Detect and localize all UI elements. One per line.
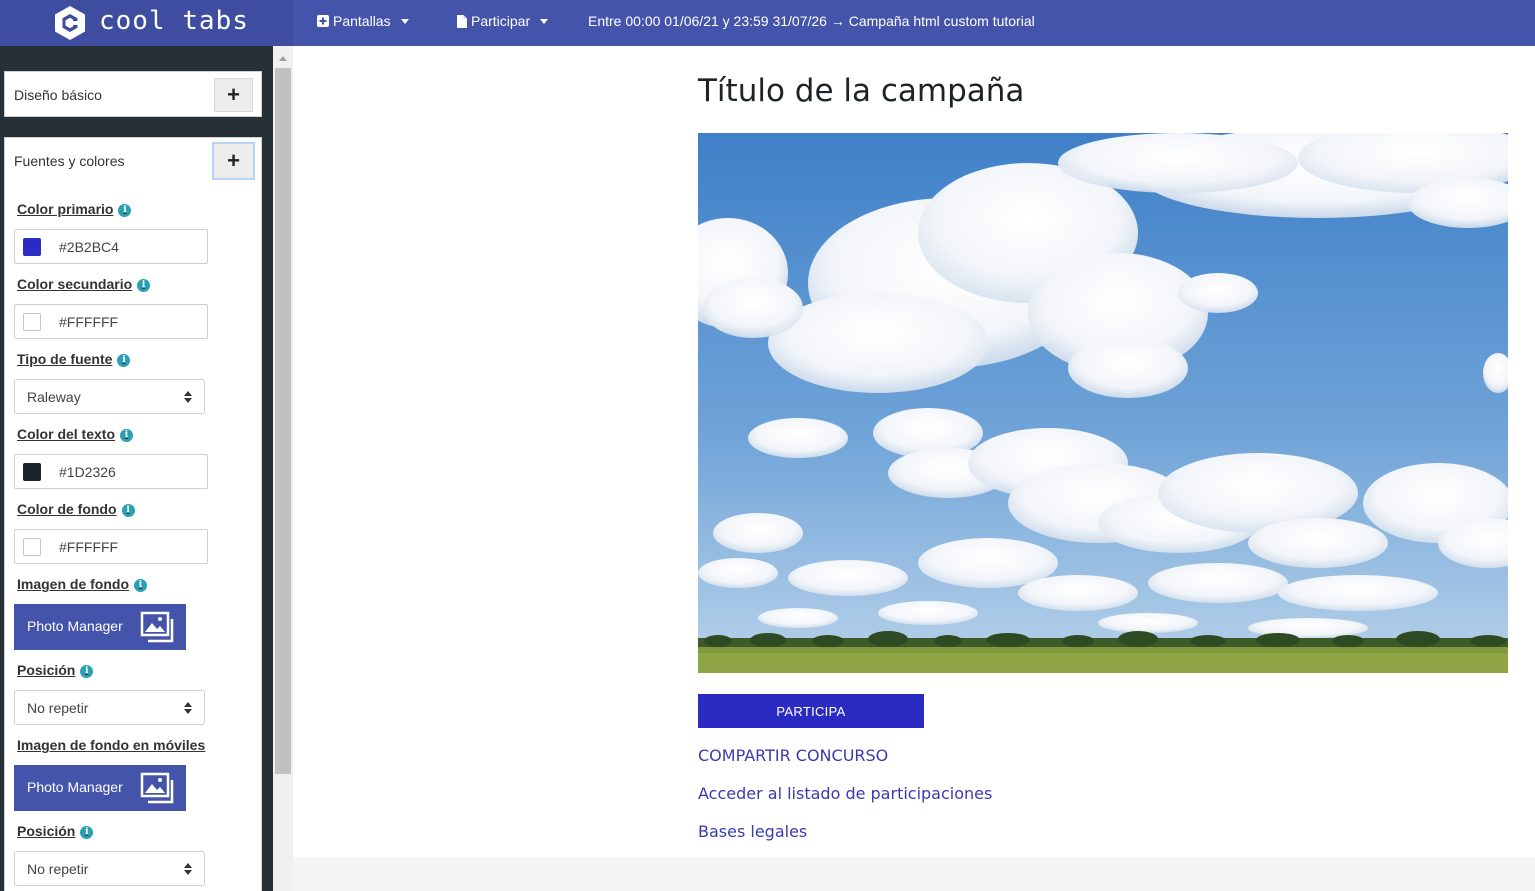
info-circle-icon[interactable]: i [80, 664, 94, 678]
expand-basic-button[interactable]: + [214, 78, 253, 112]
secondary-color-value: #FFFFFF [59, 314, 119, 330]
document-icon [457, 14, 467, 28]
chevron-down-icon [540, 18, 549, 24]
campaign-preview: Título de la campaña PARTICIPA COMPARTIR… [293, 46, 1535, 857]
info-circle-icon[interactable]: i [121, 503, 135, 517]
plus-icon: + [227, 82, 240, 107]
nav-participar-label: Participar [471, 13, 531, 29]
primary-color-label-text: Color primario [17, 201, 114, 217]
bg-color-label[interactable]: Color de fondo i [17, 501, 135, 517]
hero-image [698, 133, 1508, 673]
panel-fonts-colors: Fuentes y colores + Color primario i #2B… [4, 137, 262, 891]
nav-participar[interactable]: Participar [457, 13, 549, 29]
participations-list-link[interactable]: Acceder al listado de participaciones [698, 784, 992, 803]
image-gallery-icon [140, 611, 174, 643]
legal-terms-link[interactable]: Bases legales [698, 822, 807, 841]
plus-square-icon [317, 15, 329, 27]
info-circle-icon[interactable]: i [117, 353, 131, 367]
position-select[interactable]: No repetir [14, 690, 205, 725]
cube-logo-icon [55, 6, 85, 40]
font-type-value: Raleway [27, 389, 81, 405]
bg-mobile-label-text: Imagen de fondo en móviles [17, 737, 206, 753]
plus-icon: + [227, 148, 240, 173]
preview-footer-area [293, 857, 1535, 891]
info-circle-icon[interactable]: i [137, 278, 151, 292]
share-contest-link[interactable]: COMPARTIR CONCURSO [698, 746, 888, 765]
position-label-text: Posición [17, 662, 76, 678]
photo-manager-button[interactable]: Photo Manager [14, 604, 186, 650]
select-arrows-icon [184, 702, 192, 714]
nav-pantallas[interactable]: Pantallas [317, 13, 409, 29]
photo-manager-mobile-button[interactable]: Photo Manager [14, 765, 186, 811]
select-arrows-icon [184, 863, 192, 875]
sky-clouds-image [698, 133, 1508, 673]
campaign-title: Título de la campaña [698, 73, 1025, 109]
panel-basic-design: Diseño básico + [4, 71, 262, 117]
bg-image-label[interactable]: Imagen de fondo i [17, 576, 147, 592]
logo-area[interactable]: cool tabs [0, 0, 293, 46]
primary-color-label[interactable]: Color primario i [17, 201, 132, 217]
nav-pantallas-label: Pantallas [333, 13, 391, 29]
bg-color-swatch[interactable] [23, 538, 41, 556]
font-type-select[interactable]: Raleway [14, 379, 205, 414]
position-mobile-label-text: Posición [17, 823, 76, 839]
info-circle-icon[interactable]: i [134, 578, 147, 592]
bg-image-label-text: Imagen de fondo [17, 576, 129, 592]
secondary-color-input[interactable]: #FFFFFF [14, 304, 208, 339]
sidebar-scrollbar[interactable] [273, 46, 293, 891]
logo-text: cool tabs [99, 6, 249, 36]
bg-color-value: #FFFFFF [59, 539, 119, 555]
text-color-label[interactable]: Color del texto i [17, 426, 134, 442]
panel-basic-title: Diseño básico [14, 87, 102, 103]
position-label[interactable]: Posición i [17, 662, 94, 678]
panel-fonts-title: Fuentes y colores [14, 153, 125, 169]
position-value: No repetir [27, 700, 89, 716]
info-circle-icon[interactable]: i [80, 825, 94, 839]
info-circle-icon[interactable]: i [118, 203, 132, 217]
secondary-color-label[interactable]: Color secundario i [17, 276, 151, 292]
photo-manager-mobile-label: Photo Manager [27, 779, 123, 795]
position-mobile-value: No repetir [27, 861, 89, 877]
expand-fonts-button[interactable]: + [212, 142, 255, 180]
select-arrows-icon [184, 391, 192, 403]
position-mobile-select[interactable]: No repetir [14, 851, 205, 886]
text-color-input[interactable]: #1D2326 [14, 454, 208, 489]
text-color-value: #1D2326 [59, 464, 116, 480]
text-color-swatch[interactable] [23, 463, 41, 481]
font-type-label[interactable]: Tipo de fuente i [17, 351, 131, 367]
primary-color-input[interactable]: #2B2BC4 [14, 229, 208, 264]
position-mobile-label[interactable]: Posición i [17, 823, 94, 839]
primary-color-value: #2B2BC4 [59, 239, 119, 255]
font-type-label-text: Tipo de fuente [17, 351, 113, 367]
bg-color-label-text: Color de fondo [17, 501, 117, 517]
top-navbar: cool tabs Pantallas Participar Entre 00:… [0, 0, 1535, 46]
bg-mobile-label[interactable]: Imagen de fondo en móviles [17, 737, 205, 753]
chevron-down-icon [400, 18, 409, 24]
text-color-label-text: Color del texto [17, 426, 116, 442]
campaign-date-range: Entre 00:00 01/06/21 y 23:59 31/07/26 → … [588, 13, 1035, 29]
primary-color-swatch[interactable] [23, 238, 41, 256]
secondary-color-swatch[interactable] [23, 313, 41, 331]
bg-color-input[interactable]: #FFFFFF [14, 529, 208, 564]
secondary-color-label-text: Color secundario [17, 276, 133, 292]
image-gallery-icon [140, 772, 174, 804]
editor-sidebar: Diseño básico + Fuentes y colores + Colo… [0, 46, 273, 891]
info-circle-icon[interactable]: i [120, 428, 134, 442]
scroll-up-arrow-icon[interactable] [279, 56, 287, 61]
scrollbar-thumb[interactable] [275, 68, 291, 774]
photo-manager-label: Photo Manager [27, 618, 123, 634]
participa-button[interactable]: PARTICIPA [698, 694, 924, 728]
